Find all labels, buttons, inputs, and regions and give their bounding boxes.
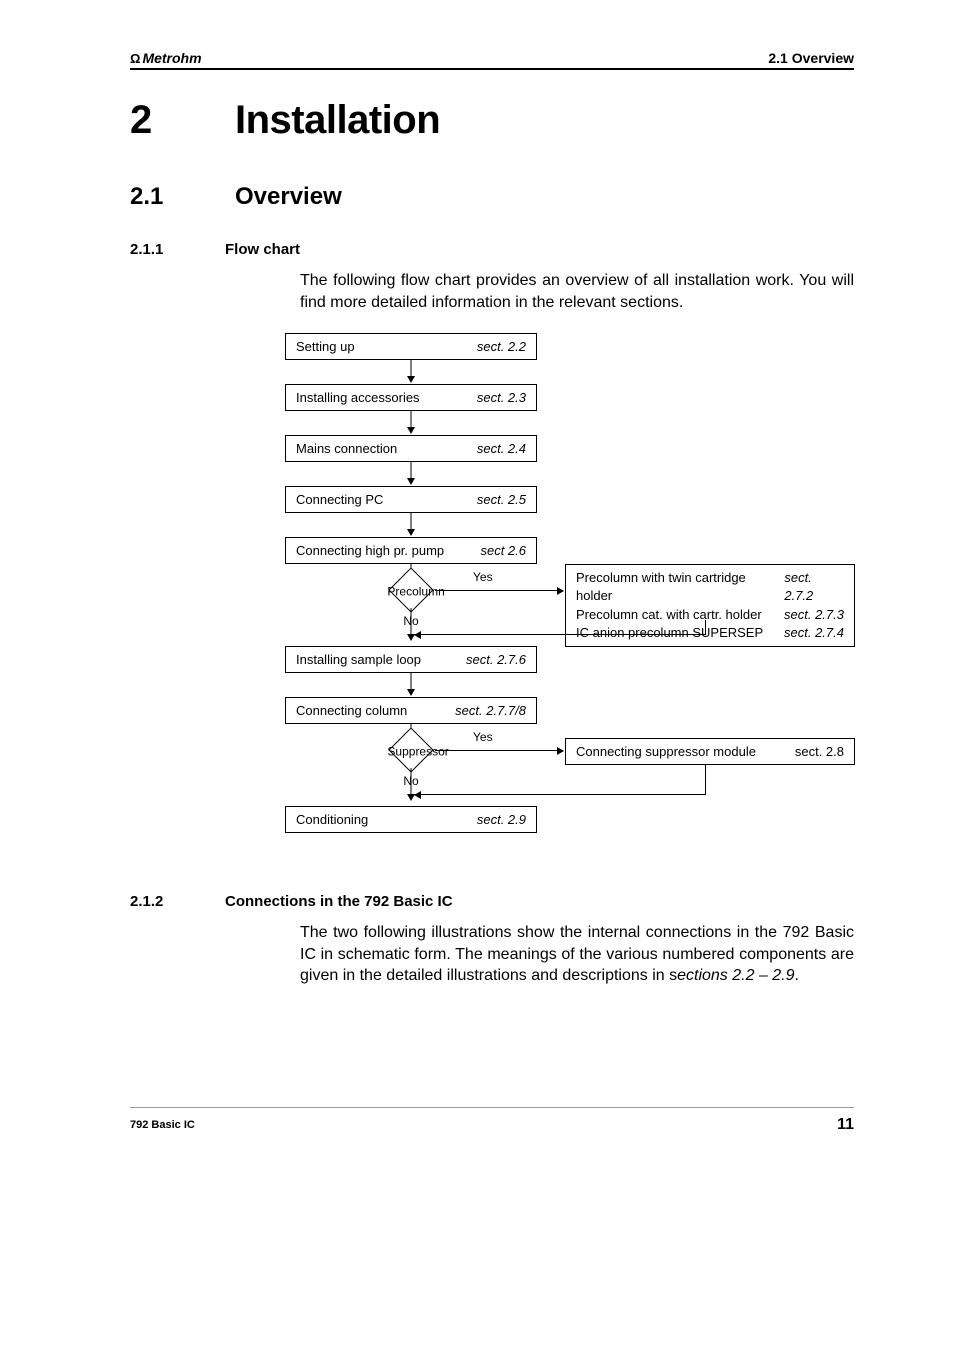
subsection-211: 2.1.1 Flow chart (130, 241, 854, 258)
flow-box: Installing sample loop sect. 2.7.6 (285, 646, 537, 673)
omega-icon: Ω (130, 51, 140, 66)
flow-box: Mains connection sect. 2.4 (285, 435, 537, 462)
flow-side-row: IC anion precolumn SUPERSEP sect. 2.7.4 (576, 624, 844, 642)
flow-label: Mains connection (296, 441, 397, 456)
section-name: Overview (235, 183, 342, 210)
arrow-down-icon (285, 411, 537, 435)
page-footer: 792 Basic IC 11 (130, 1107, 854, 1134)
side-sect: sect. 2.7.4 (784, 624, 844, 642)
page-number: 11 (837, 1116, 854, 1134)
side-sect: sect. 2.7.2 (784, 569, 844, 605)
flow-sect: sect. 2.3 (477, 390, 526, 405)
flow-label: Conditioning (296, 812, 368, 827)
logo: Ω Metrohm (130, 50, 202, 66)
chapter-name: Installation (235, 98, 440, 142)
diamond-icon: Suppressor (395, 734, 427, 766)
side-label: IC anion precolumn SUPERSEP (576, 624, 763, 642)
arrow-right-icon (435, 590, 563, 591)
page-header: Ω Metrohm 2.1 Overview (130, 50, 854, 70)
flow-box: Setting up sect. 2.2 (285, 333, 537, 360)
footer-product: 792 Basic IC (130, 1119, 195, 1131)
section-number: 2.1 (130, 183, 235, 211)
flow-label: Connecting high pr. pump (296, 543, 444, 558)
yes-label: Yes (473, 730, 493, 744)
flow-sect: sect. 2.9 (477, 812, 526, 827)
flow-label: Installing accessories (296, 390, 420, 405)
subsection-number: 2.1.2 (130, 893, 225, 910)
chapter-number: 2 (130, 98, 235, 143)
yes-label: Yes (473, 570, 493, 584)
diamond-icon: Precolumn (395, 574, 427, 606)
flow-sect: sect. 2.7.6 (466, 652, 526, 667)
logo-text: Metrohm (142, 50, 201, 66)
connector-line (705, 764, 706, 794)
flow-box: Connecting high pr. pump sect 2.6 (285, 537, 537, 564)
header-section-label: 2.1 Overview (768, 50, 854, 66)
flow-sect: sect. 2.5 (477, 492, 526, 507)
decision-label: Suppressor (387, 745, 437, 759)
subsection-title: Connections in the 792 Basic IC (225, 893, 453, 910)
flow-sect: sect 2.6 (480, 543, 526, 558)
section-212-body: The two following illustrations show the… (300, 922, 854, 987)
section-211-body: The following flow chart provides an ove… (300, 270, 854, 313)
flow-side-row: Precolumn cat. with cartr. holder sect. … (576, 606, 844, 624)
decision-label: Precolumn (387, 585, 437, 599)
subsection-title: Flow chart (225, 241, 300, 258)
arrow-left-icon (415, 794, 706, 795)
body-text-part: . (795, 967, 799, 984)
subsection-212: 2.1.2 Connections in the 792 Basic IC (130, 893, 854, 910)
side-label: Connecting suppressor module (576, 744, 756, 759)
arrow-down-icon (285, 513, 537, 537)
decision-suppressor: Suppressor Yes No Connecting suppressor … (285, 724, 537, 806)
flow-box: Conditioning sect. 2.9 (285, 806, 537, 833)
flow-sect: sect. 2.4 (477, 441, 526, 456)
side-sect: sect. 2.7.3 (784, 606, 844, 624)
body-text-italic: ections 2.2 – 2.9 (677, 967, 794, 984)
connector-line (705, 620, 706, 634)
decision-precolumn: Precolumn Yes No Precolumn with twin car… (285, 564, 537, 646)
arrow-down-icon (285, 462, 537, 486)
flow-box: Installing accessories sect. 2.3 (285, 384, 537, 411)
side-label: Precolumn cat. with cartr. holder (576, 606, 762, 624)
arrow-down-icon (285, 360, 537, 384)
side-label: Precolumn with twin cartridge holder (576, 569, 784, 605)
section-title: 2.1Overview (130, 183, 854, 211)
suppressor-box: Connecting suppressor module sect. 2.8 (565, 738, 855, 765)
flow-label: Installing sample loop (296, 652, 421, 667)
chapter-title: 2Installation (130, 98, 854, 143)
flow-box: Connecting column sect. 2.7.7/8 (285, 697, 537, 724)
flow-side-row: Precolumn with twin cartridge holder sec… (576, 569, 844, 605)
flow-label: Connecting column (296, 703, 407, 718)
arrow-down-icon (285, 673, 537, 697)
flow-box: Connecting PC sect. 2.5 (285, 486, 537, 513)
flowchart: Setting up sect. 2.2 Installing accessor… (285, 333, 854, 833)
flow-label: Connecting PC (296, 492, 383, 507)
subsection-number: 2.1.1 (130, 241, 225, 258)
flow-sect: sect. 2.7.7/8 (455, 703, 526, 718)
flow-sect: sect. 2.2 (477, 339, 526, 354)
flow-label: Setting up (296, 339, 355, 354)
side-sect: sect. 2.8 (795, 744, 844, 759)
arrow-left-icon (415, 634, 706, 635)
arrow-right-icon (435, 750, 563, 751)
